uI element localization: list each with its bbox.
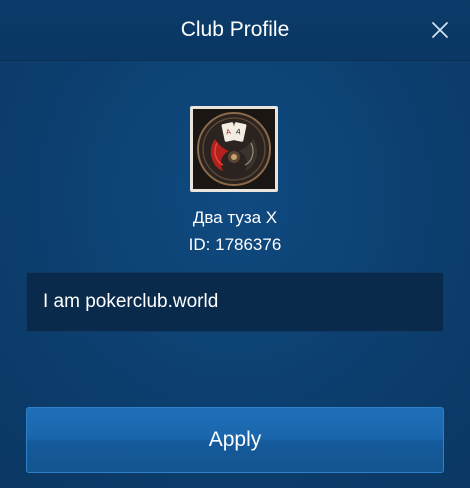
club-logo-image: A A (193, 109, 275, 189)
dialog-header: Club Profile (0, 0, 470, 61)
club-name: Два туза X (192, 208, 278, 227)
apply-button[interactable]: Apply (26, 407, 444, 473)
close-icon[interactable] (430, 20, 450, 40)
club-id: ID: 1786376 (188, 235, 282, 254)
club-description-field[interactable]: I am pokerclub.world (26, 272, 444, 332)
club-profile-dialog: Club Profile A A Два туза X ID: 1786376 … (0, 0, 470, 488)
dialog-title: Club Profile (180, 18, 290, 41)
club-avatar[interactable]: A A (190, 106, 278, 192)
